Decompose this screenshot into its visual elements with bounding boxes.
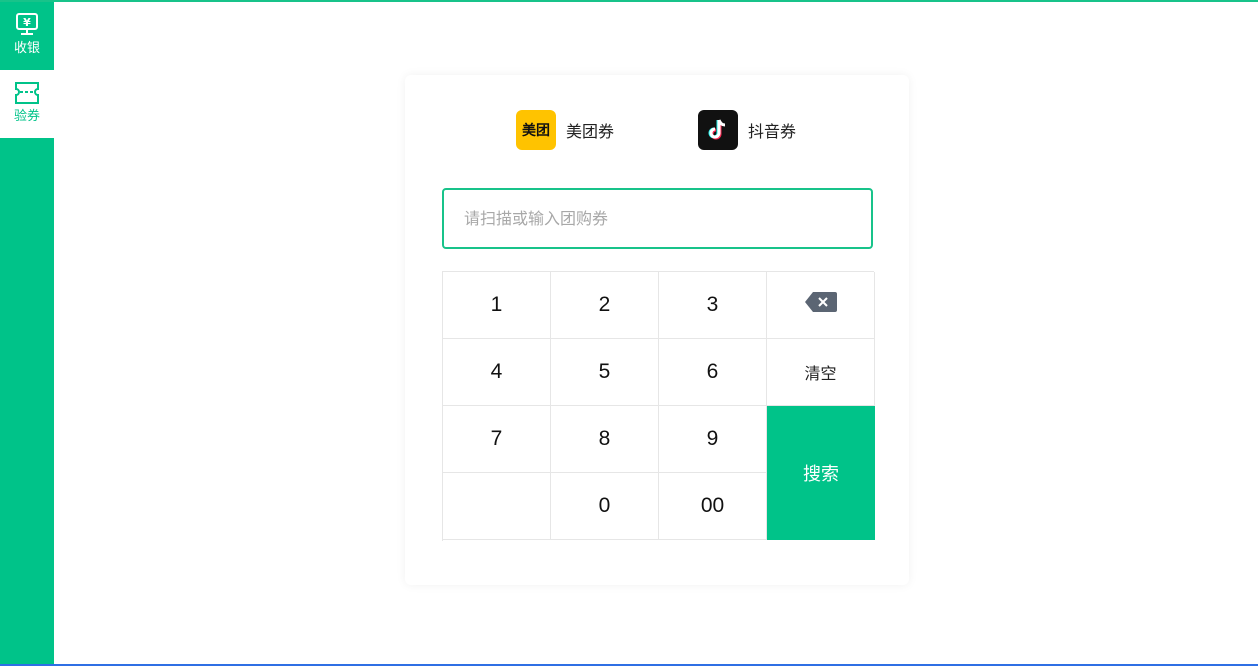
- platform-label: 美团券: [566, 122, 615, 141]
- key-1[interactable]: 1: [443, 272, 551, 339]
- platform-meituan[interactable]: 美团 美团券: [516, 110, 614, 150]
- bottom-accent-line: [0, 664, 1258, 666]
- key-4[interactable]: 4: [443, 339, 551, 406]
- key-0[interactable]: 0: [551, 473, 659, 540]
- key-3[interactable]: 3: [659, 272, 767, 339]
- sidebar: ¥ 收银 验券: [0, 2, 54, 664]
- key-00[interactable]: 00: [659, 473, 767, 540]
- top-accent-line: [0, 0, 1258, 2]
- cash-register-icon: ¥: [12, 11, 42, 39]
- app-window: ¥ 收银 验券 美团 美团券 抖音券 请扫描或输入团购券 1 2 3 4 5 6…: [0, 0, 1258, 668]
- coupon-code-input[interactable]: [442, 188, 873, 249]
- meituan-logo-icon: 美团: [516, 110, 556, 150]
- clear-button[interactable]: 清空: [767, 339, 875, 406]
- key-7[interactable]: 7: [443, 406, 551, 473]
- numeric-keypad: 1 2 3 4 5 6 清空 7 8 9 搜索 0 00: [442, 271, 875, 541]
- coupon-verify-panel: 美团 美团券 抖音券 1 2 3: [405, 75, 909, 585]
- search-button[interactable]: 搜索: [767, 406, 875, 540]
- sidebar-item-cashier[interactable]: ¥ 收银: [0, 2, 54, 68]
- key-8[interactable]: 8: [551, 406, 659, 473]
- backspace-button[interactable]: [767, 272, 875, 339]
- platform-label: 抖音券: [748, 122, 797, 141]
- key-9[interactable]: 9: [659, 406, 767, 473]
- douyin-logo-icon: [698, 110, 738, 150]
- svg-text:¥: ¥: [23, 16, 31, 29]
- sidebar-item-label: 收银: [13, 41, 40, 56]
- ticket-icon: [12, 79, 42, 107]
- sidebar-item-verify-coupon[interactable]: 验券: [0, 70, 54, 138]
- platform-douyin[interactable]: 抖音券: [698, 110, 796, 150]
- key-5[interactable]: 5: [551, 339, 659, 406]
- key-2[interactable]: 2: [551, 272, 659, 339]
- key-blank: [443, 473, 551, 540]
- key-6[interactable]: 6: [659, 339, 767, 406]
- backspace-icon: [804, 290, 838, 320]
- sidebar-item-label: 验券: [13, 109, 40, 124]
